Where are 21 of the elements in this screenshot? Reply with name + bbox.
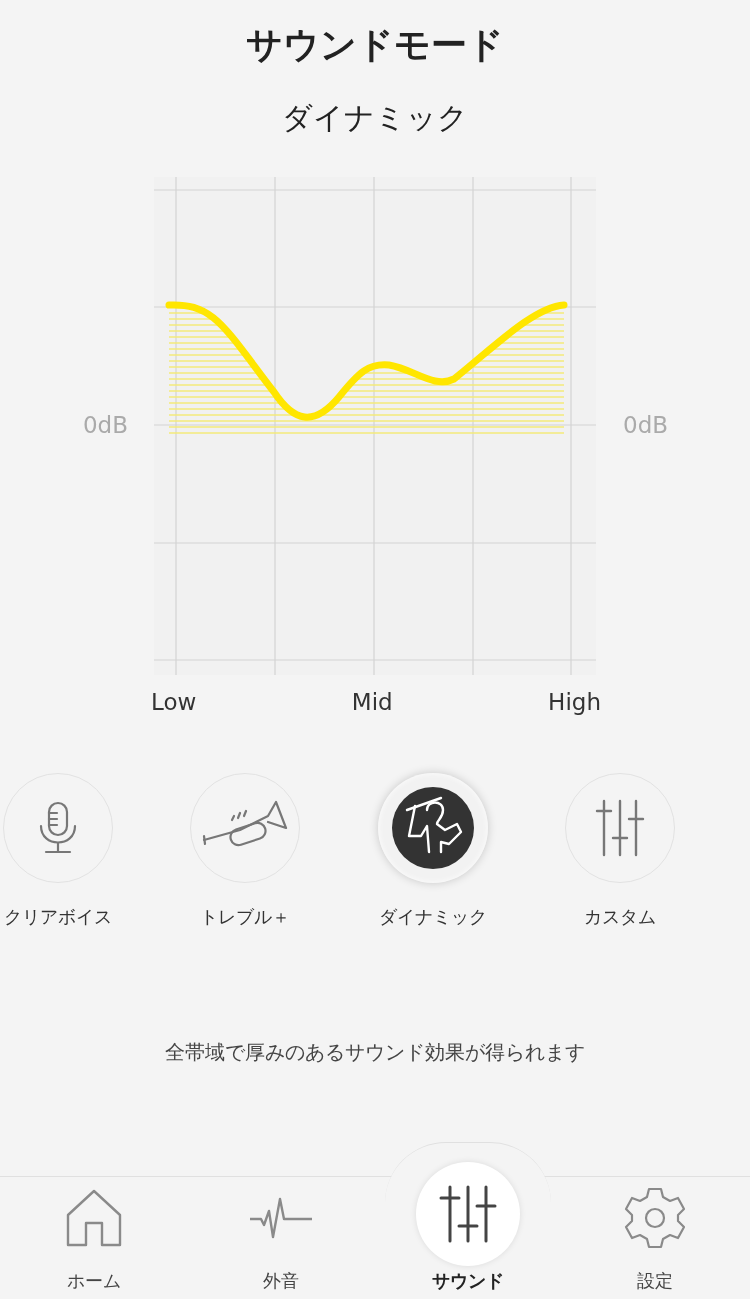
- sound-mode-label: ダイナミック: [378, 905, 487, 929]
- sliders-icon: [437, 1184, 498, 1244]
- home-icon: [65, 1189, 122, 1247]
- tab[interactable]: 外音: [187, 1162, 374, 1292]
- waveform-icon: [248, 1197, 313, 1239]
- sound-mode-button[interactable]: [377, 773, 488, 883]
- mode-name: ダイナミック: [281, 99, 469, 137]
- sound-mode-label: クリアボイス: [3, 905, 112, 929]
- page-title: サウンドモード: [245, 23, 505, 67]
- frequency-label: Low: [151, 689, 197, 715]
- sound-mode-label: カスタム: [584, 905, 657, 929]
- tab[interactable]: 設定: [561, 1162, 748, 1292]
- db-label: 0dB: [623, 412, 669, 438]
- db-label: 0dB: [83, 412, 128, 438]
- tab[interactable]: サウンド: [374, 1162, 561, 1292]
- frequency-label: High: [548, 689, 601, 715]
- frequency-label: Mid: [351, 689, 393, 715]
- settings-icon: [623, 1187, 686, 1249]
- mode-description: 全帯域で厚みのあるサウンド効果が得られます: [164, 1039, 586, 1066]
- tab[interactable]: ホーム: [0, 1162, 187, 1292]
- sound-mode-label: トレブル＋: [200, 905, 291, 929]
